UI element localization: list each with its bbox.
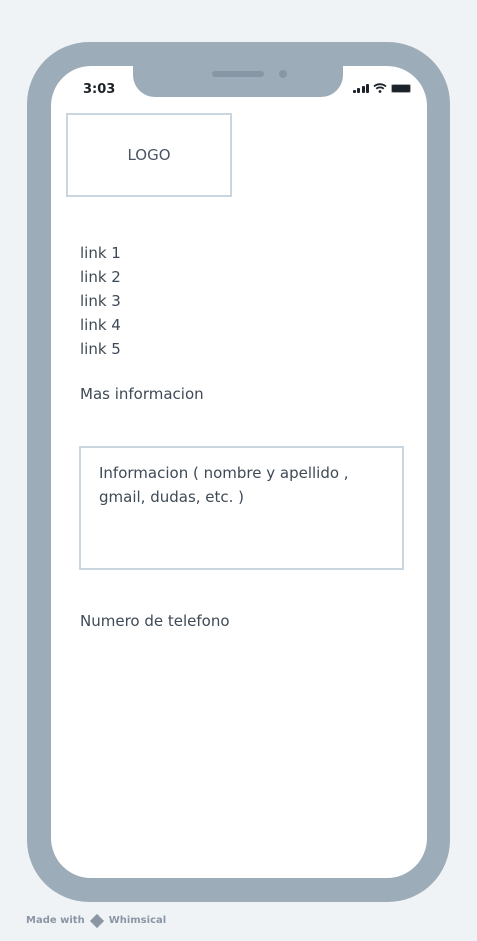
- speaker: [212, 71, 264, 77]
- logo-placeholder[interactable]: LOGO: [66, 113, 232, 197]
- status-time: 3:03: [83, 82, 116, 97]
- info-placeholder: Informacion ( nombre y apellido , gmail,…: [99, 464, 349, 506]
- whimsical-brand: Whimsical: [108, 915, 167, 926]
- nav-links: link 1 link 2 link 3 link 4 link 5: [80, 241, 121, 361]
- info-textarea[interactable]: Informacion ( nombre y apellido , gmail,…: [79, 446, 404, 570]
- nav-link-5[interactable]: link 5: [80, 337, 121, 361]
- notch: [133, 66, 343, 97]
- phone-number-label: Numero de telefono: [80, 612, 230, 630]
- wifi-icon: [373, 83, 387, 93]
- nav-link-3[interactable]: link 3: [80, 289, 121, 313]
- status-icons: [352, 83, 411, 93]
- more-info-heading: Mas informacion: [80, 385, 204, 403]
- camera: [279, 70, 287, 78]
- signal-icon: [352, 84, 369, 93]
- nav-link-4[interactable]: link 4: [80, 313, 121, 337]
- nav-link-2[interactable]: link 2: [80, 265, 121, 289]
- whimsical-logo-icon: [89, 913, 104, 928]
- battery-icon: [391, 84, 411, 93]
- phone-screen: 3:03 LOGO link 1 link 2 link 3 link 4 li…: [51, 66, 427, 878]
- nav-link-1[interactable]: link 1: [80, 241, 121, 265]
- made-with-whimsical[interactable]: Made with Whimsical: [26, 913, 167, 928]
- made-with-text: Made with: [26, 915, 85, 926]
- logo-label: LOGO: [127, 146, 171, 164]
